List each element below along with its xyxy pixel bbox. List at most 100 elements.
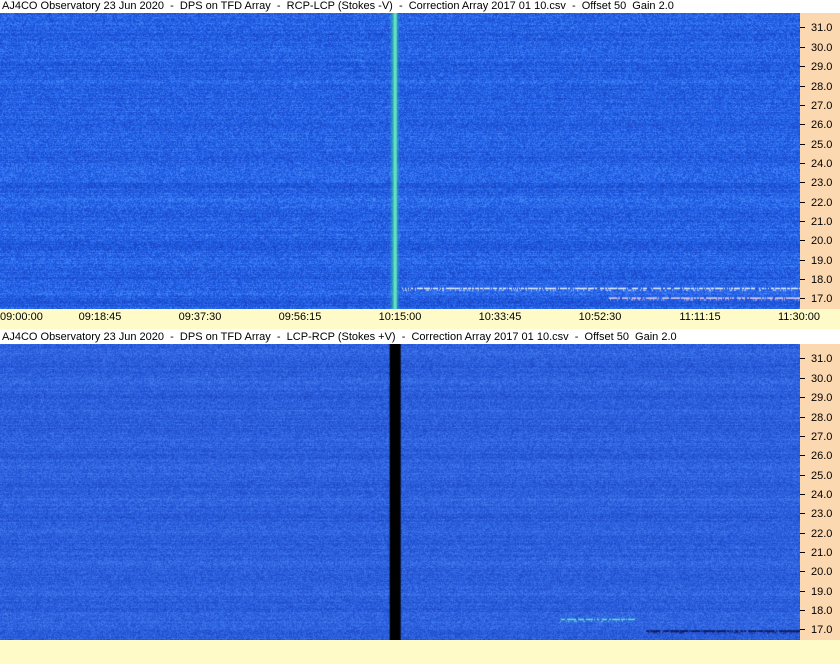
y-tick-label: 17.0 (800, 293, 840, 305)
plot-title-top: AJ4CO Observatory 23 Jun 2020 - DPS on T… (2, 0, 674, 12)
x-tick-label: 10:15:00 (378, 311, 422, 323)
y-tick-text: 21.0 (811, 546, 833, 559)
y-tick-text: 18.0 (811, 273, 833, 286)
y-tick-label: 25.0 (800, 470, 840, 482)
y-tick-text: 21.0 (811, 215, 833, 228)
y-tick-label: 29.0 (800, 61, 840, 73)
y-tick-label: 30.0 (800, 42, 840, 54)
y-tick-label: 22.0 (800, 197, 840, 209)
y-tick-mark (800, 104, 805, 106)
y-tick-mark (800, 85, 805, 87)
y-tick-label: 24.0 (800, 158, 840, 170)
x-tick-label: 09:18:45 (78, 311, 122, 323)
y-tick-mark (800, 358, 805, 360)
frequency-axis-bottom: 31.0 30.0 29.0 28.0 27.0 26.0 25.0 24.0 23.0 22.0… (800, 344, 840, 640)
y-tick-label: 20.0 (800, 566, 840, 578)
y-tick-label: 30.0 (800, 373, 840, 385)
y-tick-text: 20.0 (811, 235, 833, 248)
y-tick-mark (800, 240, 805, 242)
y-tick-label: 20.0 (800, 235, 840, 247)
y-tick-label: 26.0 (800, 450, 840, 462)
y-tick-mark (800, 66, 805, 68)
y-tick-mark (800, 201, 805, 203)
y-tick-mark (800, 513, 805, 515)
y-tick-text: 23.0 (811, 177, 833, 190)
bottom-strip (0, 640, 840, 664)
y-tick-text: 29.0 (811, 392, 833, 405)
y-tick-text: 26.0 (811, 450, 833, 463)
y-tick-label: 17.0 (800, 624, 840, 636)
y-tick-label: 26.0 (800, 119, 840, 131)
y-tick-text: 20.0 (811, 566, 833, 579)
y-tick-text: 28.0 (811, 80, 833, 93)
y-tick-mark (800, 435, 805, 437)
y-tick-label: 25.0 (800, 139, 840, 151)
y-tick-text: 18.0 (811, 604, 833, 617)
y-tick-mark (800, 27, 805, 29)
y-tick-text: 25.0 (811, 138, 833, 151)
y-tick-label: 19.0 (800, 586, 840, 598)
y-tick-label: 28.0 (800, 81, 840, 93)
y-tick-text: 27.0 (811, 430, 833, 443)
x-tick-label: 09:56:15 (278, 311, 322, 323)
y-tick-text: 27.0 (811, 99, 833, 112)
y-tick-text: 22.0 (811, 527, 833, 540)
x-tick-label: 11:30:00 (777, 311, 821, 323)
y-tick-text: 25.0 (811, 469, 833, 482)
y-tick-mark (800, 220, 805, 222)
y-tick-text: 26.0 (811, 119, 833, 132)
y-tick-mark (800, 298, 805, 300)
x-tick-label: 10:33:45 (478, 311, 522, 323)
spectrogram-top (0, 13, 800, 309)
y-tick-mark (800, 124, 805, 126)
y-tick-text: 17.0 (811, 624, 833, 637)
y-tick-text: 30.0 (811, 372, 833, 385)
y-tick-label: 19.0 (800, 255, 840, 267)
y-tick-mark (800, 397, 805, 399)
y-tick-label: 18.0 (800, 605, 840, 617)
y-tick-mark (800, 416, 805, 418)
frequency-axis-top: 31.0 30.0 29.0 28.0 27.0 26.0 25.0 24.0 23.0 22.0… (800, 13, 840, 309)
y-tick-mark (800, 259, 805, 261)
y-tick-label: 21.0 (800, 216, 840, 228)
y-tick-label: 31.0 (800, 22, 840, 34)
y-tick-label: 31.0 (800, 353, 840, 365)
y-tick-text: 24.0 (811, 488, 833, 501)
spectrogram-bottom (0, 344, 800, 640)
y-tick-mark (800, 46, 805, 48)
x-tick-label: 09:00:00 (0, 311, 43, 323)
x-tick-label: 10:52:30 (578, 311, 622, 323)
y-tick-text: 28.0 (811, 411, 833, 424)
y-tick-mark (800, 493, 805, 495)
y-tick-label: 21.0 (800, 547, 840, 559)
y-tick-mark (800, 629, 805, 631)
y-tick-label: 24.0 (800, 489, 840, 501)
y-tick-text: 19.0 (811, 254, 833, 267)
y-tick-label: 23.0 (800, 177, 840, 189)
y-tick-label: 22.0 (800, 528, 840, 540)
y-tick-text: 29.0 (811, 61, 833, 74)
y-tick-label: 29.0 (800, 392, 840, 404)
y-tick-mark (800, 532, 805, 534)
y-tick-text: 22.0 (811, 196, 833, 209)
x-tick-label: 09:37:30 (178, 311, 222, 323)
y-tick-text: 24.0 (811, 157, 833, 170)
plot-title-bottom: AJ4CO Observatory 23 Jun 2020 - DPS on T… (2, 331, 677, 343)
y-tick-text: 17.0 (811, 293, 833, 306)
y-tick-text: 19.0 (811, 585, 833, 598)
y-tick-label: 27.0 (800, 100, 840, 112)
y-tick-mark (800, 455, 805, 457)
y-tick-text: 23.0 (811, 508, 833, 521)
y-tick-mark (800, 278, 805, 280)
y-tick-text: 30.0 (811, 41, 833, 54)
y-tick-text: 31.0 (811, 22, 833, 35)
y-tick-mark (800, 474, 805, 476)
y-tick-label: 18.0 (800, 274, 840, 286)
x-tick-label: 11:11:15 (679, 311, 721, 323)
y-tick-mark (800, 162, 805, 164)
y-tick-mark (800, 182, 805, 184)
y-tick-mark (800, 590, 805, 592)
time-axis: 09:00:00 09:18:45 09:37:30 09:56:15 10:15:00… (0, 309, 840, 329)
y-tick-text: 31.0 (811, 353, 833, 366)
y-tick-mark (800, 377, 805, 379)
